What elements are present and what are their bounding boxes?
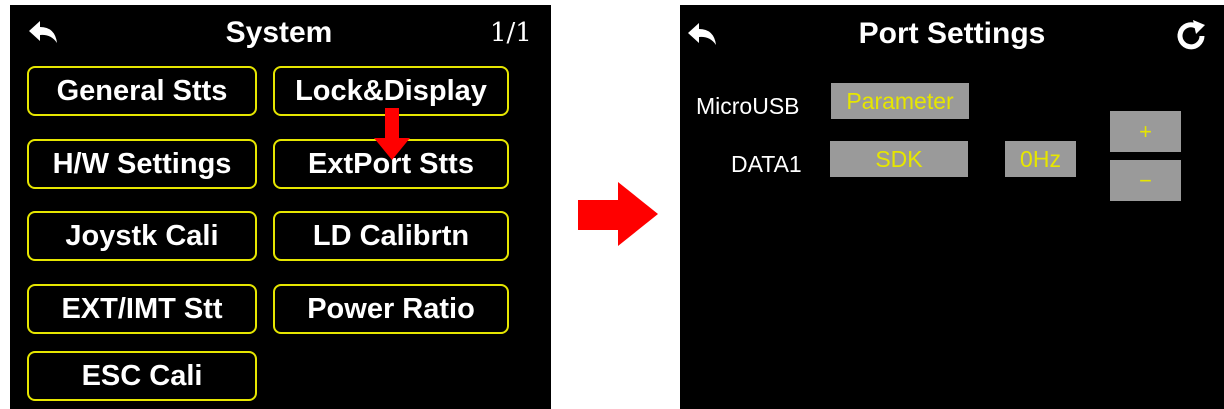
hw-settings-button[interactable]: H/W Settings — [27, 139, 257, 189]
microusb-label: MicroUSB — [696, 93, 800, 119]
page-indicator: 1/1 — [490, 18, 532, 48]
esc-cali-button[interactable]: ESC Cali — [27, 351, 257, 401]
decrement-button[interactable]: − — [1110, 160, 1181, 201]
arrow-down-icon — [372, 108, 412, 167]
port-settings-screen: Port Settings MicroUSB Parameter DATA1 S… — [680, 5, 1224, 409]
ext-imt-settings-button[interactable]: EXT/IMT Stt — [27, 284, 257, 334]
power-ratio-button[interactable]: Power Ratio — [273, 284, 509, 334]
arrow-right-icon — [578, 182, 658, 251]
microusb-mode-select[interactable]: Parameter — [831, 83, 969, 119]
data1-mode-select[interactable]: SDK — [830, 141, 968, 177]
increment-button[interactable]: + — [1110, 111, 1181, 152]
refresh-icon[interactable] — [1174, 19, 1208, 53]
page-title: System — [225, 16, 333, 49]
data1-rate-field[interactable]: 0Hz — [1005, 141, 1076, 177]
system-screen: System 1/1 General Stts Lock&Display H/W… — [10, 5, 551, 409]
ld-calibration-button[interactable]: LD Calibrtn — [273, 211, 509, 261]
page-title: Port Settings — [858, 17, 1046, 50]
joystick-cali-button[interactable]: Joystk Cali — [27, 211, 257, 261]
back-icon[interactable] — [27, 19, 61, 45]
general-settings-button[interactable]: General Stts — [27, 66, 257, 116]
data1-label: DATA1 — [731, 151, 802, 177]
back-icon[interactable] — [686, 21, 720, 47]
